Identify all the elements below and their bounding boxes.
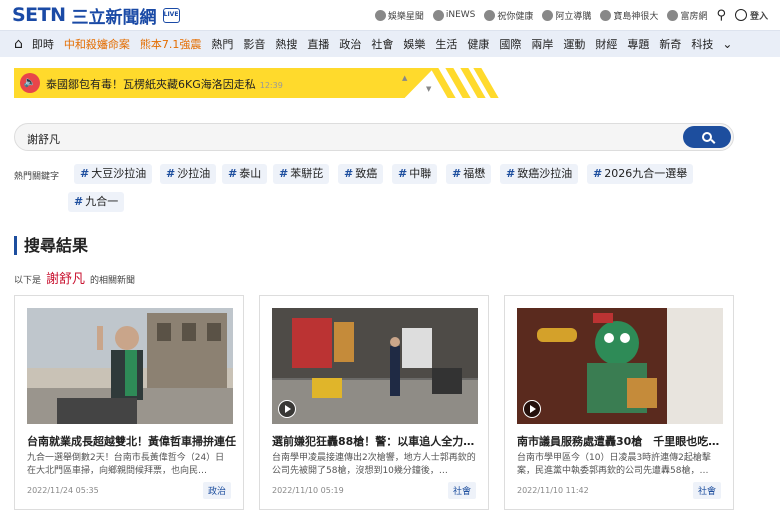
logo-setn: SETN: [12, 4, 66, 26]
search-icon: [702, 132, 712, 142]
toplink-shop[interactable]: 阿立導購: [542, 9, 591, 22]
news-date: 2022/11/10 05:19: [272, 486, 344, 495]
play-icon[interactable]: [523, 400, 541, 418]
star-icon: [374, 9, 386, 21]
keyword-tag[interactable]: # 泰山: [222, 164, 268, 184]
news-card[interactable]: 台南就業成長超越雙北！黃偉哲車掃拚連任 九合一選舉倒數2天！台南市長黃偉哲今（2…: [14, 295, 244, 510]
news-date: 2022/11/24 05:35: [27, 486, 99, 495]
search-bar: 謝舒凡: [14, 123, 734, 151]
keyword-tag[interactable]: # 致癌沙拉油: [500, 164, 579, 184]
results-keyword: 謝舒凡: [46, 272, 86, 287]
results-subtitle: 以下是 謝舒凡 的相關新聞: [14, 272, 136, 287]
chevron-down-icon[interactable]: ⌄: [722, 37, 732, 51]
speaker-icon: 🔈: [20, 73, 40, 93]
nav-item[interactable]: 生活: [430, 36, 462, 52]
ticker-down-icon[interactable]: ▼: [426, 85, 431, 93]
toplink-house[interactable]: 富房網: [667, 9, 707, 22]
nav-item-realtime[interactable]: 即時: [27, 36, 59, 52]
keyword-tag[interactable]: # 中聯: [392, 164, 438, 184]
login-button[interactable]: 登入: [734, 9, 768, 22]
nav-item-hot-case[interactable]: 中和殺嬸命案: [59, 36, 135, 52]
nav-item[interactable]: 影音: [238, 36, 270, 52]
search-button[interactable]: [683, 126, 731, 148]
nav-item[interactable]: 健康: [462, 36, 494, 52]
news-title[interactable]: 南市議員服務處遭轟30槍 千里眼也吃…: [517, 433, 727, 449]
logo-chinese: 三立新聞網: [71, 7, 157, 28]
nav-item[interactable]: 兩岸: [526, 36, 558, 52]
news-thumbnail[interactable]: [517, 308, 723, 424]
nav-item[interactable]: 運動: [558, 36, 590, 52]
keyword-tag[interactable]: # 九合一: [68, 192, 125, 212]
keywords-label: 熱門關鍵字: [14, 172, 60, 182]
ticker-text[interactable]: 泰國鄒包有毒！瓦楞紙夾藏6KG海洛因走私 12:39: [46, 76, 283, 92]
keyword-tag[interactable]: # 苯駢芘: [273, 164, 330, 184]
inews-icon: [432, 9, 444, 21]
search-input[interactable]: 謝舒凡: [27, 131, 60, 147]
site-logo[interactable]: SETN 三立新聞網 LIVE: [12, 3, 180, 28]
nav-item[interactable]: 國際: [494, 36, 526, 52]
news-title[interactable]: 台南就業成長超越雙北！黃偉哲車掃拚連任: [27, 433, 237, 449]
news-card[interactable]: 選前嫌犯狂轟88槍！警：以車追人全力… 台南學甲凌晨接連傳出2次槍響，地方人士郭…: [259, 295, 489, 510]
nav-item[interactable]: 社會: [366, 36, 398, 52]
nav-item[interactable]: 熱門: [206, 36, 238, 52]
nav-item[interactable]: 財經: [590, 36, 622, 52]
shop-icon: [542, 9, 554, 21]
health-icon: [484, 9, 496, 21]
results-title: 搜尋結果: [14, 236, 88, 255]
toplink-inews[interactable]: iNEWS: [432, 9, 475, 21]
category-tag[interactable]: 社會: [447, 482, 476, 499]
keyword-tag[interactable]: # 致癌: [338, 164, 384, 184]
play-icon[interactable]: [278, 400, 296, 418]
home-icon[interactable]: ⌂: [14, 36, 23, 52]
nav-item[interactable]: 新奇: [654, 36, 686, 52]
nav-item[interactable]: 政治: [334, 36, 366, 52]
nav-item[interactable]: 專題: [622, 36, 654, 52]
keyword-tag[interactable]: #2026九合一選舉: [587, 164, 694, 184]
search-icon[interactable]: ⚲: [716, 8, 726, 23]
toplink-temple[interactable]: 寶島神很大: [600, 9, 658, 22]
toplink-health[interactable]: 祝你健康: [484, 9, 533, 22]
top-links: 娛樂星聞 iNEWS 祝你健康 阿立導購 寶島神很大 富房網 ⚲ 登入: [374, 8, 768, 23]
news-thumbnail[interactable]: [27, 308, 233, 424]
toplink-star[interactable]: 娛樂星聞: [374, 9, 424, 22]
nav-item-hot-quake[interactable]: 熊本7.1強震: [135, 36, 207, 52]
house-icon: [667, 9, 679, 21]
nav-item[interactable]: 科技: [686, 36, 718, 52]
news-description: 台南學甲凌晨接連傳出2次槍響，地方人士郭再欽的公司先被開了58槍，沒想到10幾分…: [272, 453, 476, 476]
news-card[interactable]: 南市議員服務處遭轟30槍 千里眼也吃… 台南市學甲區今（10）日凌晨3時許連傳2…: [504, 295, 734, 510]
news-title[interactable]: 選前嫌犯狂轟88槍！警：以車追人全力…: [272, 433, 482, 449]
nav-item[interactable]: 熱搜: [270, 36, 302, 52]
main-nav: ⌂ 即時 中和殺嬸命案 熊本7.1強震 熱門 影音 熱搜 直播 政治 社會 娛樂…: [0, 30, 780, 57]
nav-item[interactable]: 娛樂: [398, 36, 430, 52]
user-icon: [734, 9, 747, 21]
top-bar: SETN 三立新聞網 LIVE 娛樂星聞 iNEWS 祝你健康 阿立導購 寶島神…: [0, 0, 780, 30]
keyword-tag[interactable]: # 大豆沙拉油: [74, 164, 153, 184]
news-description: 九合一選舉倒數2天！台南市長黃偉哲今（24）日在大北門區車掃，向鄉親問候拜票，也…: [27, 453, 225, 476]
news-description: 台南市學甲區今（10）日凌晨3時許連傳2起槍擊案，民進黨中執委郭再欽的公司先遭轟…: [517, 453, 711, 476]
news-date: 2022/11/10 11:42: [517, 486, 589, 495]
keyword-tag[interactable]: # 福懋: [446, 164, 492, 184]
nav-item[interactable]: 直播: [302, 36, 334, 52]
ticker-up-icon[interactable]: ▲: [402, 74, 407, 82]
keyword-tag[interactable]: # 沙拉油: [160, 164, 217, 184]
category-tag[interactable]: 社會: [692, 482, 721, 499]
temple-icon: [600, 9, 612, 21]
ticker-time: 12:39: [259, 81, 283, 90]
news-thumbnail[interactable]: [272, 308, 478, 424]
live-icon[interactable]: LIVE: [162, 7, 180, 23]
category-tag[interactable]: 政治: [202, 482, 231, 499]
breaking-ticker[interactable]: 🔈 泰國鄒包有毒！瓦楞紙夾藏6KG海洛因走私 12:39 ▲ ▼: [14, 68, 499, 98]
